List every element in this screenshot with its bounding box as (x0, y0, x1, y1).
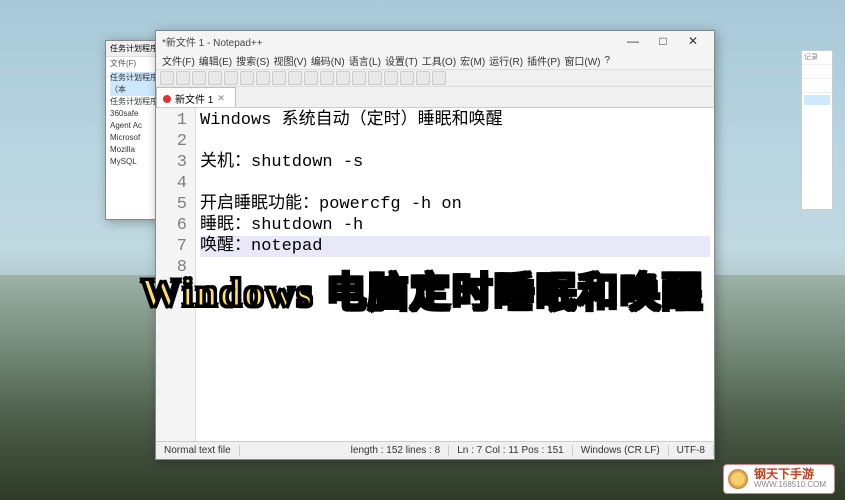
tree-item[interactable]: Mozilla (110, 144, 160, 156)
minimize-button[interactable]: — (618, 34, 648, 48)
statusbar: Normal text file length : 152 lines : 8 … (156, 441, 714, 459)
status-encoding: UTF-8 (669, 445, 714, 456)
app-title: *新文件 1 - Notepad++ (162, 34, 263, 49)
tab-label: 新文件 1 (175, 91, 213, 106)
right-panel-row (802, 65, 832, 79)
tree-root[interactable]: 任务计划程序（本 (110, 72, 160, 96)
toolbar-find-icon[interactable] (336, 71, 350, 85)
toolbar-paste-icon[interactable] (288, 71, 302, 85)
status-length: length : 152 lines : 8 (343, 445, 450, 456)
watermark: 钢天下手游 WWW.168510.COM (723, 464, 835, 494)
tab-close-icon[interactable]: ✕ (217, 93, 225, 104)
menubar[interactable]: 文件(F) 编辑(E) 搜索(S) 视图(V) 编码(N) 语言(L) 设置(T… (156, 51, 714, 69)
code-line[interactable]: 睡眠：shutdown -h (200, 215, 710, 236)
toolbar-zoomout-icon[interactable] (384, 71, 398, 85)
toolbar-saveall-icon[interactable] (208, 71, 222, 85)
line-number-gutter: 1 2 3 4 5 6 7 8 (156, 108, 196, 441)
menu-edit[interactable]: 编辑(E) (199, 53, 232, 68)
code-line[interactable]: 开启睡眠功能：powercfg -h on (200, 194, 710, 215)
code-line[interactable]: 关机：shutdown -s (200, 152, 710, 173)
menu-tools[interactable]: 工具(O) (422, 53, 456, 68)
toolbar-close-icon[interactable] (224, 71, 238, 85)
menu-run[interactable]: 运行(R) (489, 53, 523, 68)
menu-help[interactable]: ? (605, 55, 611, 66)
menu-plugins[interactable]: 插件(P) (527, 53, 560, 68)
toolbar-replace-icon[interactable] (352, 71, 366, 85)
code-line[interactable] (200, 173, 710, 194)
menu-settings[interactable]: 设置(T) (385, 53, 418, 68)
right-panel-row (802, 79, 832, 93)
toolbar-copy-icon[interactable] (272, 71, 286, 85)
status-filetype: Normal text file (156, 445, 240, 456)
toolbar-zoomin-icon[interactable] (368, 71, 382, 85)
maximize-button[interactable]: □ (648, 34, 678, 48)
tree-item[interactable]: MySQL (110, 156, 160, 168)
code-editor[interactable]: Windows 系统自动（定时）睡眠和唤醒 关机：shutdown -s 开启睡… (196, 108, 714, 441)
right-panel-highlight (804, 95, 830, 105)
toolbar-wrap-icon[interactable] (400, 71, 414, 85)
toolbar-play-icon[interactable] (432, 71, 446, 85)
menu-encoding[interactable]: 编码(N) (311, 53, 345, 68)
toolbar-undo-icon[interactable] (304, 71, 318, 85)
toolbar-cut-icon[interactable] (256, 71, 270, 85)
titlebar[interactable]: *新文件 1 - Notepad++ — □ ✕ (156, 31, 714, 51)
tab-active[interactable]: 新文件 1 ✕ (156, 87, 236, 107)
menu-view[interactable]: 视图(V) (273, 53, 306, 68)
toolbar-print-icon[interactable] (240, 71, 254, 85)
toolbar-redo-icon[interactable] (320, 71, 334, 85)
menu-language[interactable]: 语言(L) (349, 53, 381, 68)
toolbar-open-icon[interactable] (176, 71, 190, 85)
code-line[interactable] (200, 257, 710, 278)
toolbar[interactable] (156, 69, 714, 87)
right-panel: 记录 (801, 50, 833, 210)
desktop-wallpaper: 任务计划程序 文件(F) 任务计划程序（本 任务计划程序 360safe Age… (0, 0, 845, 500)
menu-search[interactable]: 搜索(S) (236, 53, 269, 68)
tree-item[interactable]: 任务计划程序 (110, 96, 160, 108)
code-line[interactable]: 唤醒：notepad (200, 236, 710, 257)
status-eol: Windows (CR LF) (573, 445, 669, 456)
menu-window[interactable]: 窗口(W) (564, 53, 600, 68)
watermark-url: WWW.168510.COM (754, 481, 826, 490)
status-position: Ln : 7 Col : 11 Pos : 151 (449, 445, 573, 456)
menu-file[interactable]: 文件(F) (162, 53, 195, 68)
toolbar-new-icon[interactable] (160, 71, 174, 85)
tree-item[interactable]: Agent Ac (110, 120, 160, 132)
editor-area[interactable]: 1 2 3 4 5 6 7 8 Windows 系统自动（定时）睡眠和唤醒 关机… (156, 107, 714, 441)
unsaved-indicator-icon (163, 95, 171, 103)
menu-macro[interactable]: 宏(M) (460, 53, 485, 68)
tree-item[interactable]: Microsof (110, 132, 160, 144)
code-line[interactable]: Windows 系统自动（定时）睡眠和唤醒 (200, 110, 710, 131)
tabbar[interactable]: 新文件 1 ✕ (156, 87, 714, 107)
tree-item[interactable]: 360safe (110, 108, 160, 120)
notepadpp-window[interactable]: *新文件 1 - Notepad++ — □ ✕ 文件(F) 编辑(E) 搜索(… (155, 30, 715, 460)
code-line[interactable] (200, 131, 710, 152)
toolbar-record-icon[interactable] (416, 71, 430, 85)
right-panel-label: 记录 (802, 51, 832, 65)
toolbar-save-icon[interactable] (192, 71, 206, 85)
close-button[interactable]: ✕ (678, 34, 708, 48)
